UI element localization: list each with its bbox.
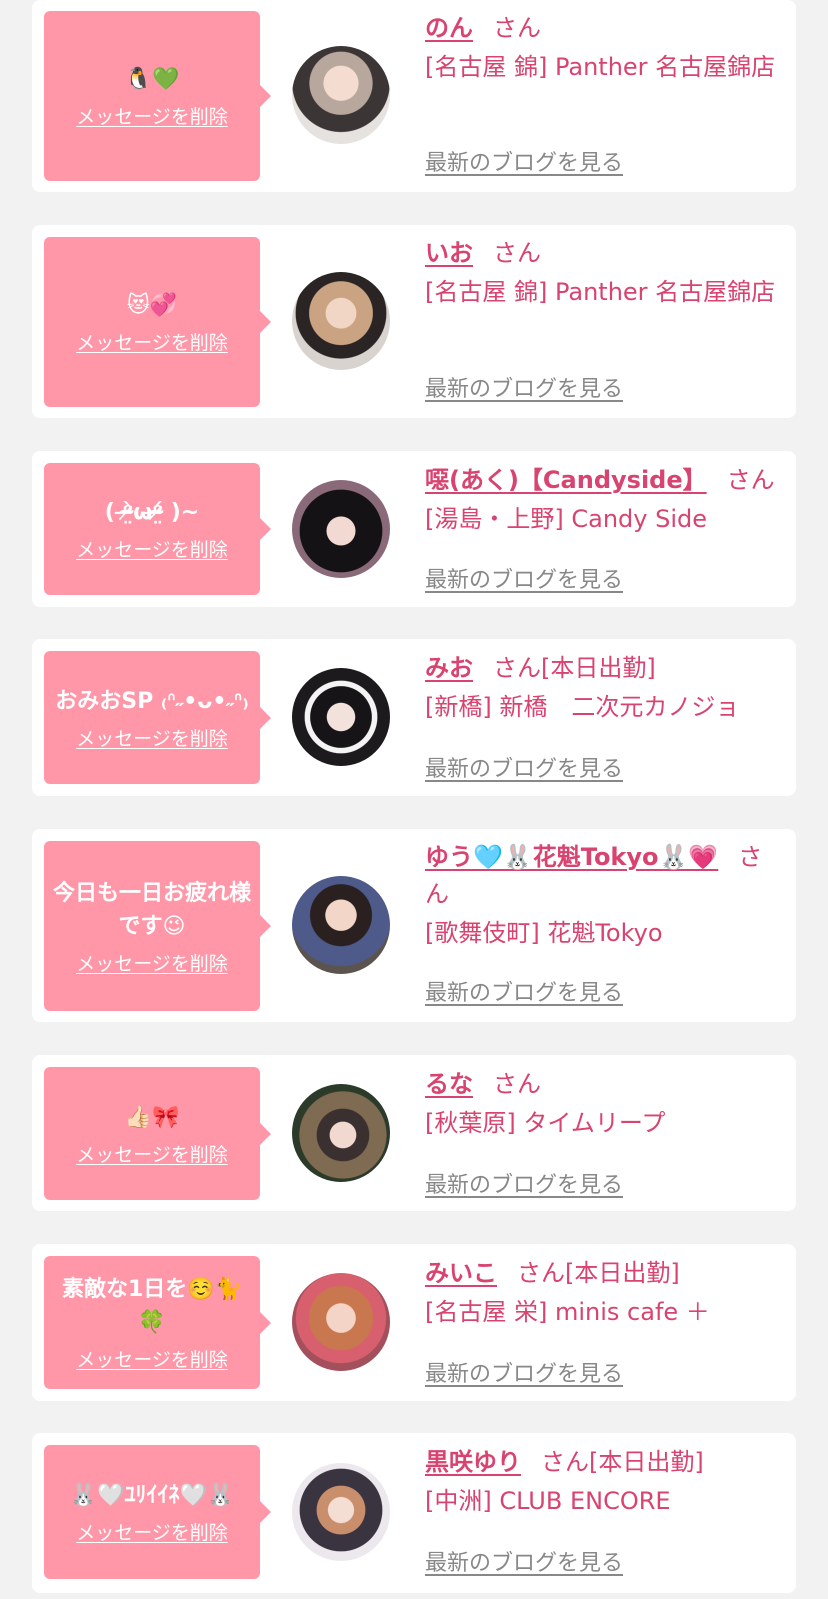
honorific: さん	[493, 14, 541, 42]
avatar[interactable]	[292, 272, 390, 370]
message-text: 👍🏻🎀	[124, 1104, 180, 1130]
message-bubble: ( ᵒ̴̶̷̤̀ωᵒ̴̶̷̤́ )~ メッセージを削除	[44, 463, 271, 595]
avatar[interactable]	[292, 668, 390, 766]
latest-blog-link[interactable]: 最新のブログを見る	[425, 751, 623, 783]
profile-info: いお さん [名古屋 錦] Panther 名古屋錦店	[425, 235, 785, 311]
delete-message-link[interactable]: メッセージを削除	[76, 1345, 228, 1372]
message-bubble: 😻💞 メッセージを削除	[44, 237, 271, 407]
latest-blog-link[interactable]: 最新のブログを見る	[425, 1167, 623, 1199]
cast-name-link[interactable]: いお	[425, 239, 473, 267]
delete-message-link[interactable]: メッセージを削除	[76, 535, 228, 562]
message-text: おみおSP ₍ᐢ˶•ᴗ•˶ᐢ₎	[55, 688, 249, 714]
delete-message-link[interactable]: メッセージを削除	[76, 724, 228, 751]
avatar[interactable]	[292, 1273, 390, 1371]
message-bubble: おみおSP ₍ᐢ˶•ᴗ•˶ᐢ₎ メッセージを削除	[44, 651, 271, 784]
message-card: 👍🏻🎀 メッセージを削除 るな さん [秋葉原] タイムリープ 最新のブログを見る	[32, 1055, 796, 1211]
honorific: さん	[517, 1259, 565, 1287]
latest-blog-link[interactable]: 最新のブログを見る	[425, 1545, 623, 1577]
status-badge: [本日出勤]	[541, 654, 656, 682]
latest-blog-link[interactable]: 最新のブログを見る	[425, 1356, 623, 1388]
message-card: 🐧💚 メッセージを削除 のん さん [名古屋 錦] Panther 名古屋錦店 最…	[32, 0, 796, 192]
avatar[interactable]	[292, 46, 390, 144]
avatar[interactable]	[292, 1084, 390, 1182]
shop-name: [湯島・上野] Candy Side	[425, 505, 707, 533]
shop-name: [秋葉原] タイムリープ	[425, 1109, 666, 1137]
delete-message-link[interactable]: メッセージを削除	[76, 949, 228, 976]
cast-name-link[interactable]: のん	[425, 14, 473, 42]
message-card: ( ᵒ̴̶̷̤̀ωᵒ̴̶̷̤́ )~ メッセージを削除 噁(あく)【Candys…	[32, 451, 796, 607]
honorific: さん	[493, 1070, 541, 1098]
message-card: 今日も一日お疲れ様です😉 メッセージを削除 ゆう🩵🐰花魁Tokyo🐰💗 さん [歌…	[32, 829, 796, 1022]
shop-name: [名古屋 錦] Panther 名古屋錦店	[425, 278, 776, 306]
delete-message-link[interactable]: メッセージを削除	[76, 328, 228, 355]
delete-message-link[interactable]: メッセージを削除	[76, 1140, 228, 1167]
shop-name: [中洲] CLUB ENCORE	[425, 1487, 671, 1515]
message-text: 🐧💚	[124, 67, 180, 92]
message-text: 🐰🤍ﾕﾘｲｲﾈ🤍🐰	[69, 1483, 235, 1508]
profile-info: みいこ さん[本日出勤] [名古屋 栄] minis cafe ＋	[425, 1255, 785, 1331]
profile-info: ゆう🩵🐰花魁Tokyo🐰💗 さん [歌舞伎町] 花魁Tokyo	[425, 839, 785, 952]
shop-name: [新橋] 新橋 二次元カノジョ	[425, 693, 740, 721]
delete-message-link[interactable]: メッセージを削除	[76, 102, 228, 129]
status-badge: [本日出勤]	[565, 1259, 680, 1287]
message-text: 今日も一日お疲れ様です😉	[52, 880, 251, 939]
avatar[interactable]	[292, 1463, 390, 1561]
avatar[interactable]	[292, 480, 390, 578]
message-card: 素敵な1日を☺️🐈🍀 メッセージを削除 みいこ さん[本日出勤] [名古屋 栄] …	[32, 1244, 796, 1401]
message-text: 😻💞	[126, 293, 178, 318]
honorific: さん	[541, 1448, 589, 1476]
shop-name: [歌舞伎町] 花魁Tokyo	[425, 919, 663, 947]
shop-name: [名古屋 栄] minis cafe ＋	[425, 1298, 710, 1326]
status-badge: [本日出勤]	[589, 1448, 704, 1476]
profile-info: るな さん [秋葉原] タイムリープ	[425, 1066, 785, 1142]
honorific: さん	[493, 654, 541, 682]
honorific: さん	[493, 239, 541, 267]
message-bubble: 👍🏻🎀 メッセージを削除	[44, 1067, 271, 1200]
cast-name-link[interactable]: 噁(あく)【Candyside】	[425, 466, 707, 494]
cast-name-link[interactable]: みお	[425, 654, 473, 682]
profile-info: 黒咲ゆり さん[本日出勤] [中洲] CLUB ENCORE	[425, 1444, 785, 1520]
message-text: ( ᵒ̴̶̷̤̀ωᵒ̴̶̷̤́ )~	[104, 500, 200, 525]
latest-blog-link[interactable]: 最新のブログを見る	[425, 145, 623, 177]
profile-info: のん さん [名古屋 錦] Panther 名古屋錦店	[425, 10, 785, 86]
latest-blog-link[interactable]: 最新のブログを見る	[425, 975, 623, 1007]
avatar[interactable]	[292, 876, 390, 974]
message-bubble: 🐰🤍ﾕﾘｲｲﾈ🤍🐰 メッセージを削除	[44, 1445, 271, 1579]
shop-name: [名古屋 錦] Panther 名古屋錦店	[425, 53, 776, 81]
message-text: 素敵な1日を☺️🐈🍀	[61, 1277, 243, 1335]
message-card: おみおSP ₍ᐢ˶•ᴗ•˶ᐢ₎ メッセージを削除 みお さん[本日出勤] [新橋]…	[32, 639, 796, 796]
delete-message-link[interactable]: メッセージを削除	[76, 1518, 228, 1545]
message-bubble: 🐧💚 メッセージを削除	[44, 11, 271, 181]
message-card: 🐰🤍ﾕﾘｲｲﾈ🤍🐰 メッセージを削除 黒咲ゆり さん[本日出勤] [中洲] CLU…	[32, 1433, 796, 1593]
profile-info: みお さん[本日出勤] [新橋] 新橋 二次元カノジョ	[425, 650, 785, 726]
cast-name-link[interactable]: みいこ	[425, 1259, 497, 1287]
latest-blog-link[interactable]: 最新のブログを見る	[425, 562, 623, 594]
honorific: さん	[726, 466, 775, 494]
message-bubble: 素敵な1日を☺️🐈🍀 メッセージを削除	[44, 1256, 271, 1389]
message-bubble: 今日も一日お疲れ様です😉 メッセージを削除	[44, 841, 271, 1011]
cast-name-link[interactable]: 黒咲ゆり	[425, 1448, 521, 1476]
cast-name-link[interactable]: ゆう🩵🐰花魁Tokyo🐰💗	[425, 843, 718, 871]
profile-info: 噁(あく)【Candyside】 さん [湯島・上野] Candy Side	[425, 462, 785, 538]
latest-blog-link[interactable]: 最新のブログを見る	[425, 371, 623, 403]
cast-name-link[interactable]: るな	[425, 1070, 473, 1098]
message-card: 😻💞 メッセージを削除 いお さん [名古屋 錦] Panther 名古屋錦店 最…	[32, 225, 796, 418]
